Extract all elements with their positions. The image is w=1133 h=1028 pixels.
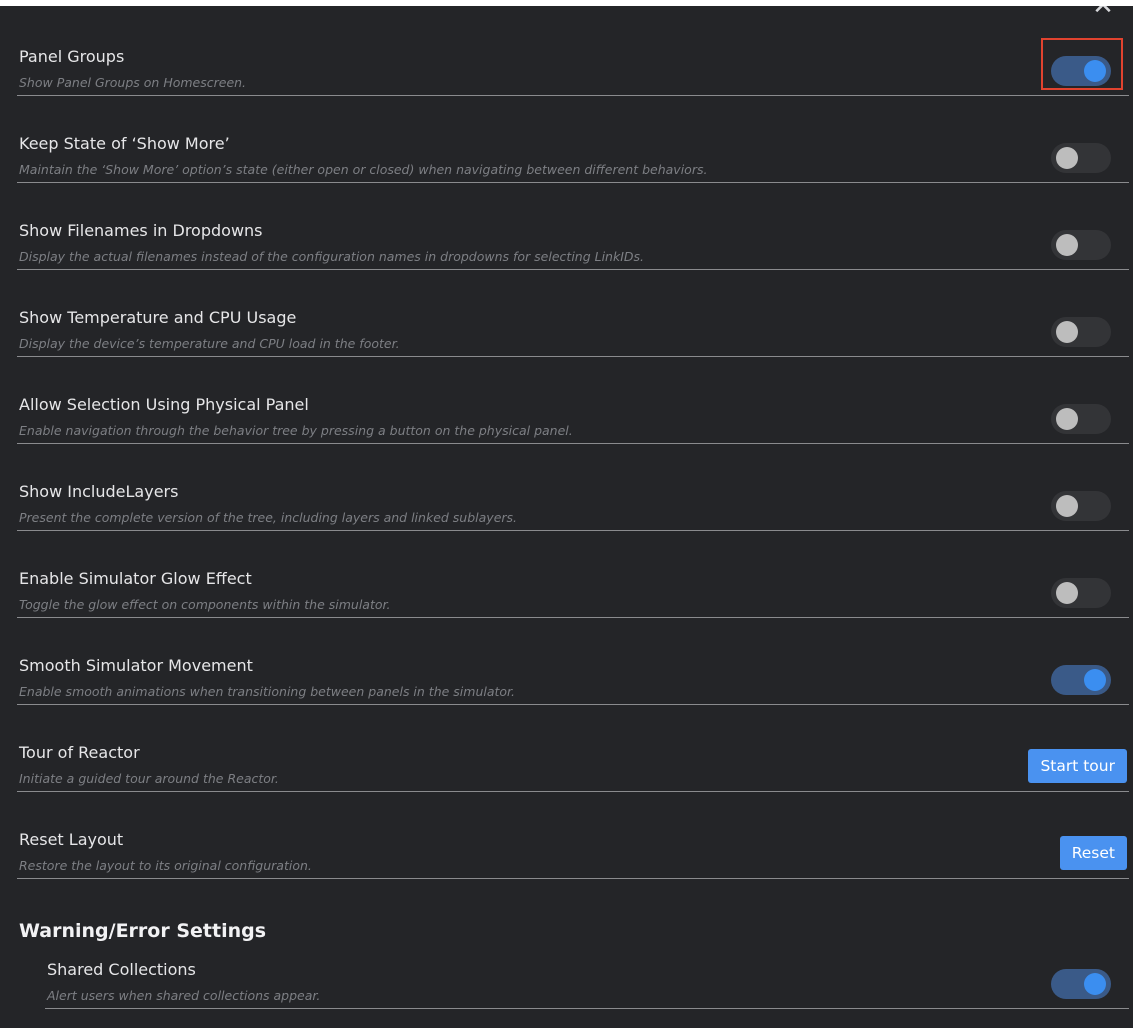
divider [17, 182, 1129, 183]
setting-description: Present the complete version of the tree… [19, 510, 518, 525]
toggle-knob [1056, 234, 1078, 256]
divider [17, 95, 1129, 96]
show-filenames-toggle[interactable] [1051, 230, 1111, 260]
divider [17, 617, 1129, 618]
setting-title: Show IncludeLayers [19, 482, 179, 501]
setting-title: Smooth Simulator Movement [19, 656, 253, 675]
setting-title: Enable Simulator Glow Effect [19, 569, 252, 588]
divider [17, 530, 1129, 531]
toggle-knob [1056, 321, 1078, 343]
setting-title: Show Temperature and CPU Usage [19, 308, 297, 327]
keep-state-show-more-toggle[interactable] [1051, 143, 1111, 173]
toggle-knob [1056, 495, 1078, 517]
setting-title: Keep State of ‘Show More’ [19, 134, 230, 153]
setting-description: Enable smooth animations when transition… [19, 684, 516, 699]
reset-button[interactable]: Reset [1059, 836, 1127, 870]
setting-description: Initiate a guided tour around the Reacto… [19, 771, 279, 786]
setting-title: Tour of Reactor [19, 743, 140, 762]
setting-title: Allow Selection Using Physical Panel [19, 395, 309, 414]
divider [17, 443, 1129, 444]
setting-description: Enable navigation through the behavior t… [19, 423, 573, 438]
setting-description: Display the device’s temperature and CPU… [19, 336, 400, 351]
toggle-knob [1084, 973, 1106, 995]
setting-description: Display the actual filenames instead of … [19, 249, 645, 264]
setting-title: Shared Collections [47, 960, 196, 979]
show-include-layers-toggle[interactable] [1051, 491, 1111, 521]
divider [17, 791, 1129, 792]
simulator-glow-toggle[interactable] [1051, 578, 1111, 608]
close-icon[interactable]: ✕ [1091, 6, 1115, 19]
shared-collections-toggle[interactable] [1051, 969, 1111, 999]
temperature-cpu-toggle[interactable] [1051, 317, 1111, 347]
divider [17, 269, 1129, 270]
setting-description: Show Panel Groups on Homescreen. [19, 75, 247, 90]
setting-title: Panel Groups [19, 47, 125, 66]
settings-panel: ✕ Panel Groups Show Panel Groups on Home… [0, 6, 1133, 1028]
divider [45, 1008, 1129, 1009]
divider [17, 356, 1129, 357]
setting-description: Restore the layout to its original confi… [19, 858, 312, 873]
setting-title: Show Filenames in Dropdowns [19, 221, 263, 240]
toggle-knob [1084, 669, 1106, 691]
physical-panel-selection-toggle[interactable] [1051, 404, 1111, 434]
divider [17, 878, 1129, 879]
toggle-knob [1056, 147, 1078, 169]
toggle-knob [1084, 60, 1106, 82]
setting-title: Reset Layout [19, 830, 124, 849]
section-heading-warning-error: Warning/Error Settings [19, 920, 267, 942]
panel-groups-toggle[interactable] [1051, 56, 1111, 86]
toggle-knob [1056, 408, 1078, 430]
start-tour-button[interactable]: Start tour [1028, 749, 1127, 783]
setting-description: Maintain the ‘Show More’ option’s state … [19, 162, 708, 177]
setting-description: Alert users when shared collections appe… [47, 988, 321, 1003]
setting-description: Toggle the glow effect on components wit… [19, 597, 391, 612]
divider [17, 704, 1129, 705]
toggle-knob [1056, 582, 1078, 604]
smooth-simulator-movement-toggle[interactable] [1051, 665, 1111, 695]
